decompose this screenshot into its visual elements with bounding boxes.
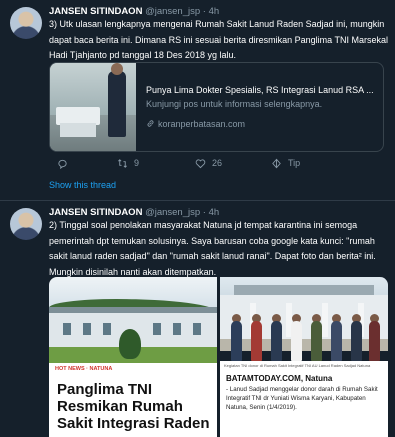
author-handle[interactable]: @jansen_jsp [145,207,200,218]
link-card[interactable]: Punya Lima Dokter Spesialis, RS Integras… [49,62,384,152]
retweet-button[interactable]: 9 [117,156,139,170]
tip-label: Tip [288,158,301,168]
link-icon [147,120,154,127]
retweet-count: 9 [134,158,140,168]
avatar[interactable] [10,7,42,39]
tweet[interactable]: JANSEN SITINDAON @jansen_jsp · 4h 2) Tin… [0,200,395,437]
card-domain-text: koranperbatasan.com [158,119,246,129]
card-thumbnail [50,63,136,151]
retweet-icon [118,158,127,168]
news-headline: Panglima TNI Resmikan Rumah Sakit Integr… [57,381,210,432]
like-count: 26 [212,158,223,168]
tweet-actions: 9 26 Tip [49,156,349,170]
tweet-time[interactable]: 4h [209,207,220,218]
show-thread-link[interactable]: Show this thread [49,180,116,190]
tweet-text: 3) Utk ulasan lengkapnya mengenai Rumah … [49,19,388,60]
like-button[interactable]: 26 [195,156,222,170]
media-image-right[interactable]: Kegiatan TNI donor di Rumah Sakit Integr… [220,277,388,437]
news-brand: BATAMTODAY.COM, Natuna [226,374,333,383]
tip-button[interactable]: Tip [271,156,300,170]
tweet-time[interactable]: 4h [209,6,220,17]
tweet-text: 2) Tinggal soal penolakan masyarakat Nat… [49,220,376,277]
avatar[interactable] [10,208,42,240]
reply-icon [58,159,67,169]
author-name[interactable]: JANSEN SITINDAON [49,207,142,218]
card-domain: koranperbatasan.com [146,119,245,129]
news-body: - Lanud Sadjad menggelar donor darah di … [226,386,378,411]
tweet[interactable]: JANSEN SITINDAON @jansen_jsp · 4h 3) Utk… [0,0,395,200]
card-description: Kunjungi pos untuk informasi selengkapny… [146,99,323,109]
reply-button[interactable] [57,156,74,170]
media-image-left[interactable]: HOT NEWS · NATUNA Panglima TNI Resmikan … [49,277,217,437]
photo-caption: Kegiatan TNI donor di Rumah Sakit Integr… [224,363,371,368]
author-name[interactable]: JANSEN SITINDAON [49,6,142,17]
tweet-header: JANSEN SITINDAON @jansen_jsp · 4h [49,6,219,17]
like-icon [195,158,206,168]
card-title: Punya Lima Dokter Spesialis, RS Integras… [146,85,374,95]
author-handle[interactable]: @jansen_jsp [145,6,200,17]
tweet-header: JANSEN SITINDAON @jansen_jsp · 4h [49,207,219,218]
tip-icon [272,158,281,168]
news-source-tag: HOT NEWS · NATUNA [55,366,113,372]
